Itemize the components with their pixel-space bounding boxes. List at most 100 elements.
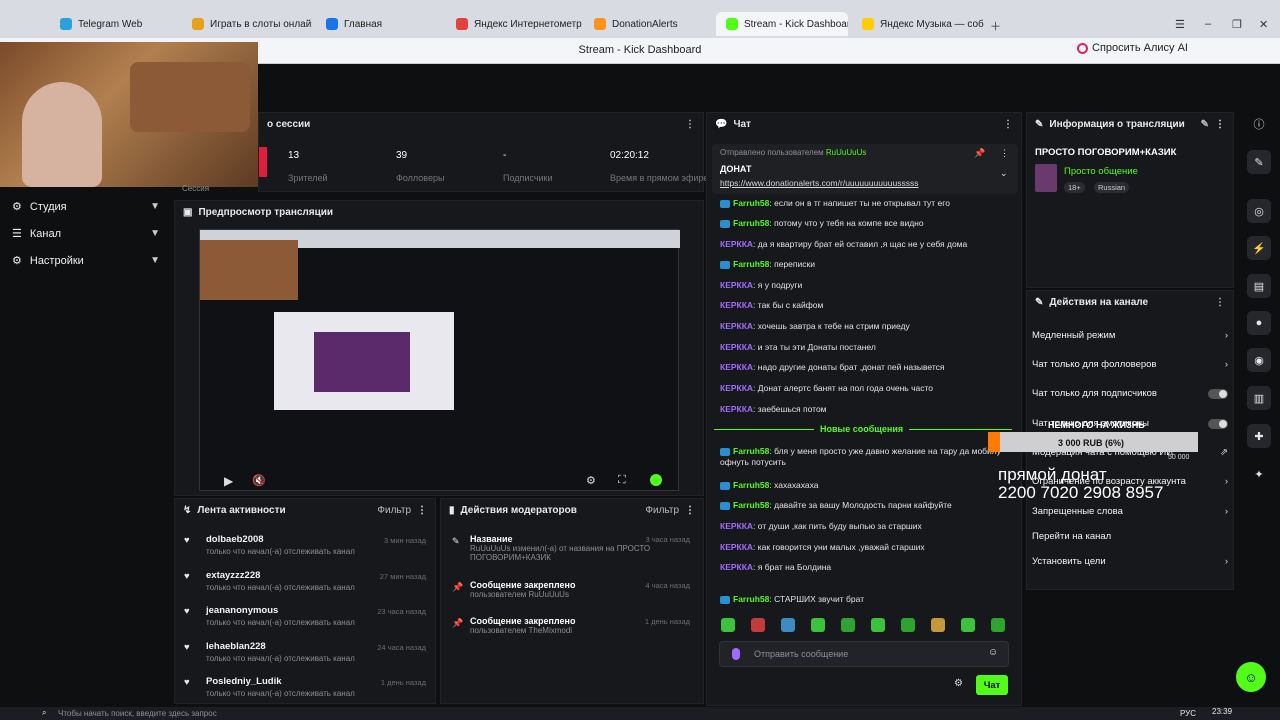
tab-yandex-music[interactable]: Яндекс Музыка — собир — [852, 12, 984, 36]
play-icon[interactable]: ▶ — [224, 474, 233, 488]
chat-message: КЕРККА: и эта ты эти Донаты постанел — [720, 342, 876, 352]
emote-icon[interactable] — [901, 618, 915, 632]
chat-message: КЕРККА: я брат на Болдина — [720, 562, 832, 572]
sidebar-item-studio[interactable]: ⚙ Студия ▼ — [12, 200, 160, 214]
tab-internetometer[interactable]: Яндекс Интернетометр – — [446, 12, 582, 36]
mod-actions-panel: ▮ Действия модераторов Фильтр ⋮ — [440, 498, 704, 704]
activity-icon: ↯ — [183, 504, 192, 516]
shield-icon: ▮ — [449, 504, 455, 516]
filter-button[interactable]: Фильтр — [645, 505, 679, 516]
minimize-icon[interactable]: – — [1205, 18, 1211, 30]
list-item: ♥ Posledniy_Ludik только что начал(-а) отс… — [184, 676, 426, 698]
slow-mode-row[interactable]: Медленный режим › — [1032, 330, 1228, 341]
pin-icon[interactable]: 📌 — [974, 148, 985, 159]
sidebar-item-channel[interactable]: ☰ Канал ▼ — [12, 227, 160, 241]
go-to-channel-row[interactable]: Перейти на канал — [1032, 531, 1228, 542]
new-tab-icon[interactable]: ＋ — [990, 18, 1001, 34]
donationalerts-icon — [594, 18, 606, 30]
tab-slots[interactable]: Играть в слоты онлайн в — [182, 12, 312, 36]
subscribers-only-row: Чат только для подписчиков — [1032, 388, 1228, 399]
tab-kick-dashboard[interactable]: Stream - Kick Dashboar✕ — [716, 12, 848, 36]
chat-message: КЕРККА: да я квартиру брат ей оставил ,я… — [720, 239, 968, 249]
badge-icon — [720, 447, 730, 456]
more-icon[interactable]: ⋮ — [685, 505, 695, 516]
pin-icon: 📌 — [452, 618, 464, 628]
close-window-icon[interactable]: ✕ — [1259, 18, 1268, 31]
tab-home[interactable]: Главная — [316, 12, 444, 36]
pin-icon[interactable]: ✦ — [1247, 462, 1271, 486]
list-item: ♥ dolbaeb2008 только что начал(-а) отслежи… — [184, 534, 426, 556]
taskbar-search[interactable]: Чтобы начать поиск, введите здесь запрос — [58, 709, 217, 718]
pinned-link[interactable]: https://www.donationalerts.com/r/uuuuuuu… — [720, 178, 918, 188]
subscribers-only-toggle[interactable] — [1208, 388, 1228, 399]
lightning-icon[interactable]: ⚡ — [1247, 236, 1271, 260]
ask-alice-button[interactable]: Спросить Алису AI — [1077, 42, 1188, 54]
clock[interactable]: 23:39 — [1212, 707, 1232, 716]
chevron-right-icon: › — [1224, 476, 1228, 487]
pinned-message[interactable]: Отправлено пользователем RuUuUuUs ДОНАТ … — [712, 144, 1018, 194]
target-icon[interactable]: ◎ — [1247, 199, 1271, 223]
tab-donationalerts[interactable]: DonationAlerts — [584, 12, 716, 36]
preview-video[interactable]: ▶ 🔇 ⚙ ⛶ — [199, 229, 680, 491]
chevron-right-icon: › — [1224, 330, 1228, 341]
emote-icon[interactable] — [991, 618, 1005, 632]
list-item: 📌 Сообщение закреплено пользователем RuUuU… — [452, 580, 690, 599]
info-icon[interactable]: ⓘ — [1247, 112, 1271, 136]
emote-icon[interactable] — [931, 618, 945, 632]
support-chat-button[interactable]: ☺ — [1236, 662, 1266, 692]
wrench-icon[interactable]: ✚ — [1247, 424, 1271, 448]
sidebar-item-settings[interactable]: ⚙ Настройки ▼ — [12, 254, 160, 268]
chevron-right-icon: › — [1224, 359, 1228, 370]
server-icon[interactable]: ▥ — [1247, 386, 1271, 410]
stream-preview-panel: ▣ Предпросмотр трансляции ▶ 🔇 ⚙ ⛶ — [174, 200, 704, 496]
goal-target: 50 000 — [1168, 454, 1190, 461]
send-chat-button[interactable]: Чат — [976, 675, 1008, 695]
chat-bubble-icon[interactable]: ● — [1247, 311, 1271, 335]
chat-input[interactable]: Отправить сообщение ☺ — [719, 641, 1009, 667]
followers-only-row[interactable]: Чат только для фолловеров › — [1032, 359, 1228, 370]
menu-icon[interactable]: ☰ — [1175, 18, 1185, 31]
more-icon[interactable]: ⋮ — [1000, 148, 1009, 159]
emote-icon[interactable] — [751, 618, 765, 632]
kick-icon — [726, 18, 738, 30]
emote-icon[interactable] — [781, 618, 795, 632]
more-icon[interactable]: ⋮ — [1003, 119, 1013, 130]
language-indicator[interactable]: РУС — [1180, 709, 1196, 718]
broadcast-icon[interactable]: ◉ — [1247, 348, 1271, 372]
set-goals-row[interactable]: Установить цели › — [1032, 556, 1228, 567]
mute-icon[interactable]: 🔇 — [252, 474, 266, 487]
emoji-icon[interactable]: ☺ — [988, 647, 998, 658]
emote-icon[interactable] — [721, 618, 735, 632]
document-icon[interactable]: ▤ — [1247, 274, 1271, 298]
emote-icon[interactable] — [871, 618, 885, 632]
maximize-icon[interactable]: ❐ — [1232, 18, 1242, 31]
more-icon[interactable]: ⋮ — [685, 119, 695, 130]
gear-icon: ⚙ — [12, 255, 22, 267]
edit-button[interactable]: ✎ — [1201, 119, 1209, 130]
pinned-title: ДОНАТ — [720, 164, 752, 174]
fullscreen-icon[interactable]: ⛶ — [618, 474, 626, 487]
category-link[interactable]: Просто общение — [1064, 166, 1138, 177]
more-icon[interactable]: ⋮ — [1215, 119, 1225, 130]
chat-message: Farruh58: переписки — [720, 259, 1010, 270]
emote-icon[interactable] — [841, 618, 855, 632]
filter-button[interactable]: Фильтр — [377, 505, 411, 516]
tag: Russian — [1094, 182, 1130, 193]
more-icon[interactable]: ⋮ — [1215, 297, 1225, 308]
edit-icon[interactable]: ✎ — [1247, 150, 1271, 174]
settings-icon[interactable]: ⚙ — [586, 474, 596, 487]
emotes-only-toggle[interactable] — [1208, 418, 1228, 429]
banned-words-row[interactable]: Запрещенные слова › — [1032, 506, 1228, 517]
yandex-icon — [456, 18, 468, 30]
chat-message: КЕРККА: хочешь завтра к тебе на стрим пр… — [720, 321, 910, 331]
stream-title: ПРОСТО ПОГОВОРИМ+КАЗИК — [1035, 147, 1177, 158]
tab-telegram[interactable]: Telegram Web — [50, 12, 180, 36]
activity-panel: ↯ Лента активности Фильтр ⋮ — [174, 498, 436, 704]
emote-icon[interactable] — [811, 618, 825, 632]
emote-icon[interactable] — [961, 618, 975, 632]
studio-icon: ⚙ — [12, 201, 22, 213]
more-icon[interactable]: ⋮ — [417, 505, 427, 516]
chat-settings-icon[interactable]: ⚙ — [954, 678, 963, 689]
chevron-down-icon[interactable]: ⌄ — [1000, 168, 1008, 179]
chat-message: Farruh58: бля у меня просто уже давно же… — [720, 446, 1002, 467]
